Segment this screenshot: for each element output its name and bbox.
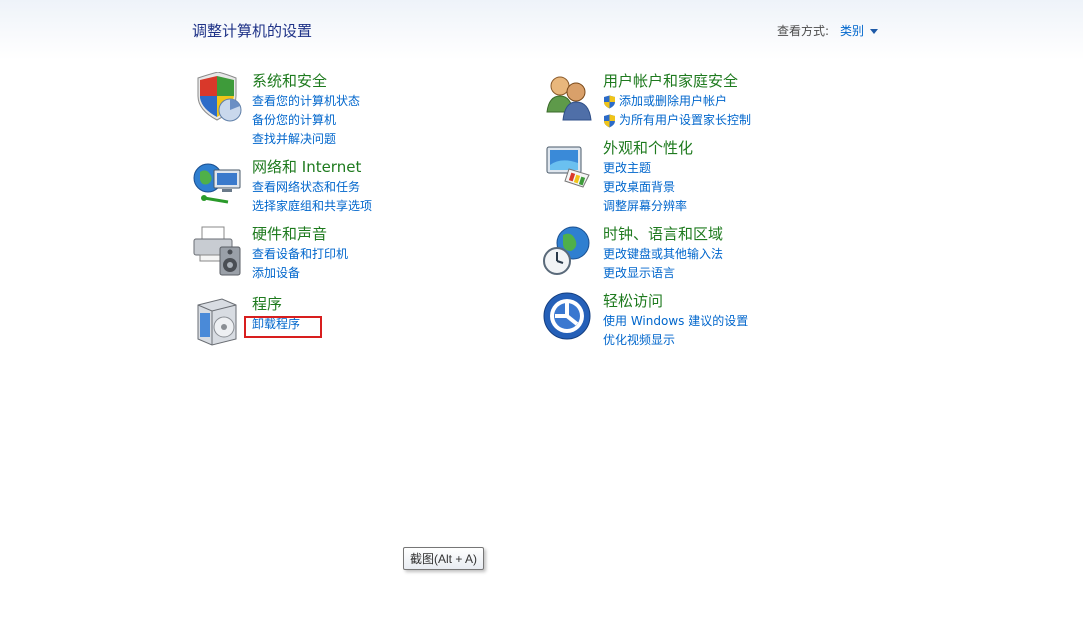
link-add-remove-users-label: 添加或删除用户帐户 — [619, 94, 728, 108]
category-title-ease[interactable]: 轻松访问 — [603, 292, 748, 312]
link-adjust-resolution[interactable]: 调整屏幕分辨率 — [603, 197, 693, 216]
link-homegroup-sharing[interactable]: 选择家庭组和共享选项 — [252, 197, 372, 216]
link-add-device[interactable]: 添加设备 — [252, 264, 348, 283]
category-network-body: 网络和 Internet 查看网络状态和任务 选择家庭组和共享选项 — [252, 158, 372, 216]
network-globe-icon[interactable] — [192, 158, 244, 210]
category-user-body: 用户帐户和家庭安全 添加或删除用户帐户 为所有用户设置家长控制 — [603, 72, 751, 130]
category-title-hardware[interactable]: 硬件和声音 — [252, 225, 348, 245]
link-network-status[interactable]: 查看网络状态和任务 — [252, 178, 372, 197]
uac-shield-icon — [604, 95, 615, 108]
link-find-fix-problems[interactable]: 查找并解决问题 — [252, 130, 360, 149]
category-clock-body: 时钟、语言和区域 更改键盘或其他输入法 更改显示语言 — [603, 225, 723, 283]
category-title-user[interactable]: 用户帐户和家庭安全 — [603, 72, 751, 92]
link-backup-computer[interactable]: 备份您的计算机 — [252, 111, 360, 130]
view-by-dropdown[interactable]: 类别 — [840, 22, 879, 39]
link-devices-printers[interactable]: 查看设备和打印机 — [252, 245, 348, 264]
category-title-system[interactable]: 系统和安全 — [252, 72, 360, 92]
highlight-box — [244, 316, 322, 338]
ease-of-access-icon[interactable] — [543, 292, 595, 344]
category-title-network[interactable]: 网络和 Internet — [252, 158, 372, 178]
link-parental-controls[interactable]: 为所有用户设置家长控制 — [603, 111, 751, 130]
control-panel-page: 调整计算机的设置 查看方式: 类别 系统和安全 查看您的计算机状态 备份您的计算… — [0, 0, 1083, 622]
caret-down-icon — [870, 28, 879, 34]
link-add-remove-users[interactable]: 添加或删除用户帐户 — [603, 92, 751, 111]
link-change-keyboard-input[interactable]: 更改键盘或其他输入法 — [603, 245, 723, 264]
category-title-clock[interactable]: 时钟、语言和区域 — [603, 225, 723, 245]
users-icon[interactable] — [543, 72, 595, 124]
printer-speaker-icon[interactable] — [192, 225, 244, 277]
uac-shield-icon — [604, 114, 615, 127]
monitor-palette-icon[interactable] — [543, 139, 595, 191]
category-title-programs[interactable]: 程序 — [252, 295, 300, 315]
link-parental-controls-label: 为所有用户设置家长控制 — [619, 113, 752, 127]
shield-security-icon[interactable] — [192, 72, 244, 124]
link-change-theme[interactable]: 更改主题 — [603, 159, 693, 178]
view-by-label: 查看方式: — [777, 24, 830, 38]
link-view-computer-status[interactable]: 查看您的计算机状态 — [252, 92, 360, 111]
link-change-desktop-background[interactable]: 更改桌面背景 — [603, 178, 693, 197]
category-hardware-body: 硬件和声音 查看设备和打印机 添加设备 — [252, 225, 348, 283]
category-title-appearance[interactable]: 外观和个性化 — [603, 139, 693, 159]
screenshot-tooltip: 截图(Alt + A) — [403, 547, 485, 570]
link-windows-recommended-settings[interactable]: 使用 Windows 建议的设置 — [603, 312, 748, 331]
category-ease-body: 轻松访问 使用 Windows 建议的设置 优化视频显示 — [603, 292, 748, 350]
programs-box-icon[interactable] — [192, 295, 244, 347]
view-by-value: 类别 — [840, 24, 865, 38]
link-change-display-language[interactable]: 更改显示语言 — [603, 264, 723, 283]
category-system-body: 系统和安全 查看您的计算机状态 备份您的计算机 查找并解决问题 — [252, 72, 360, 149]
link-optimize-visual-display[interactable]: 优化视频显示 — [603, 331, 748, 350]
page-title: 调整计算机的设置 — [192, 22, 313, 40]
category-appearance-body: 外观和个性化 更改主题 更改桌面背景 调整屏幕分辨率 — [603, 139, 693, 216]
clock-globe-icon[interactable] — [543, 225, 595, 277]
